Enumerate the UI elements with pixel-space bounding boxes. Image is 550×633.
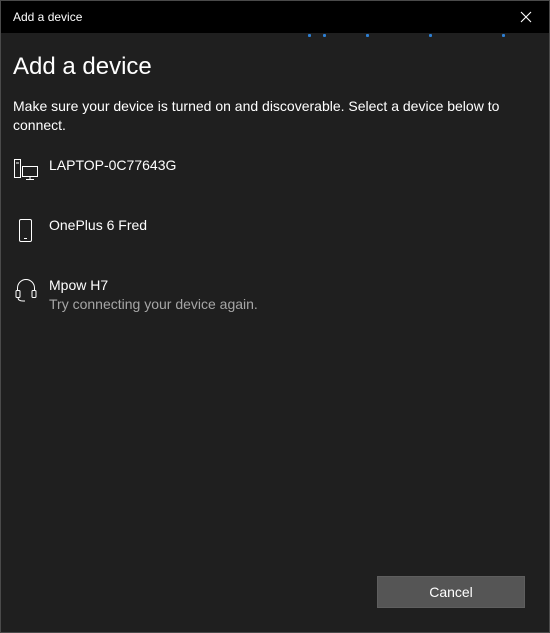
searching-progress-indicator — [1, 33, 549, 39]
progress-dot — [323, 34, 326, 37]
headset-icon — [15, 279, 37, 302]
phone-icon — [19, 219, 32, 242]
instructions-text: Make sure your device is turned on and d… — [13, 98, 500, 133]
progress-dot — [502, 34, 505, 37]
computer-icon — [14, 159, 38, 180]
device-item-headset[interactable]: Mpow H7 Try connecting your device again… — [1, 277, 549, 333]
close-icon — [520, 11, 532, 23]
window-title: Add a device — [13, 10, 83, 24]
progress-dot — [366, 34, 369, 37]
device-item-phone[interactable]: OnePlus 6 Fred — [1, 217, 549, 273]
close-button[interactable] — [503, 1, 549, 33]
add-device-dialog: Add a device Add a device Make sure your… — [0, 0, 550, 633]
device-name: LAPTOP-0C77643G — [49, 157, 177, 173]
title-bar[interactable]: Add a device — [1, 1, 549, 33]
progress-dot — [308, 34, 311, 37]
device-name: OnePlus 6 Fred — [49, 217, 148, 233]
device-status: Try connecting your device again. — [49, 296, 258, 312]
progress-dot — [429, 34, 432, 37]
device-name: Mpow H7 — [49, 277, 109, 293]
page-title: Add a device — [13, 53, 152, 80]
device-item-laptop[interactable]: LAPTOP-0C77643G — [1, 157, 549, 213]
cancel-button[interactable]: Cancel — [377, 576, 525, 608]
